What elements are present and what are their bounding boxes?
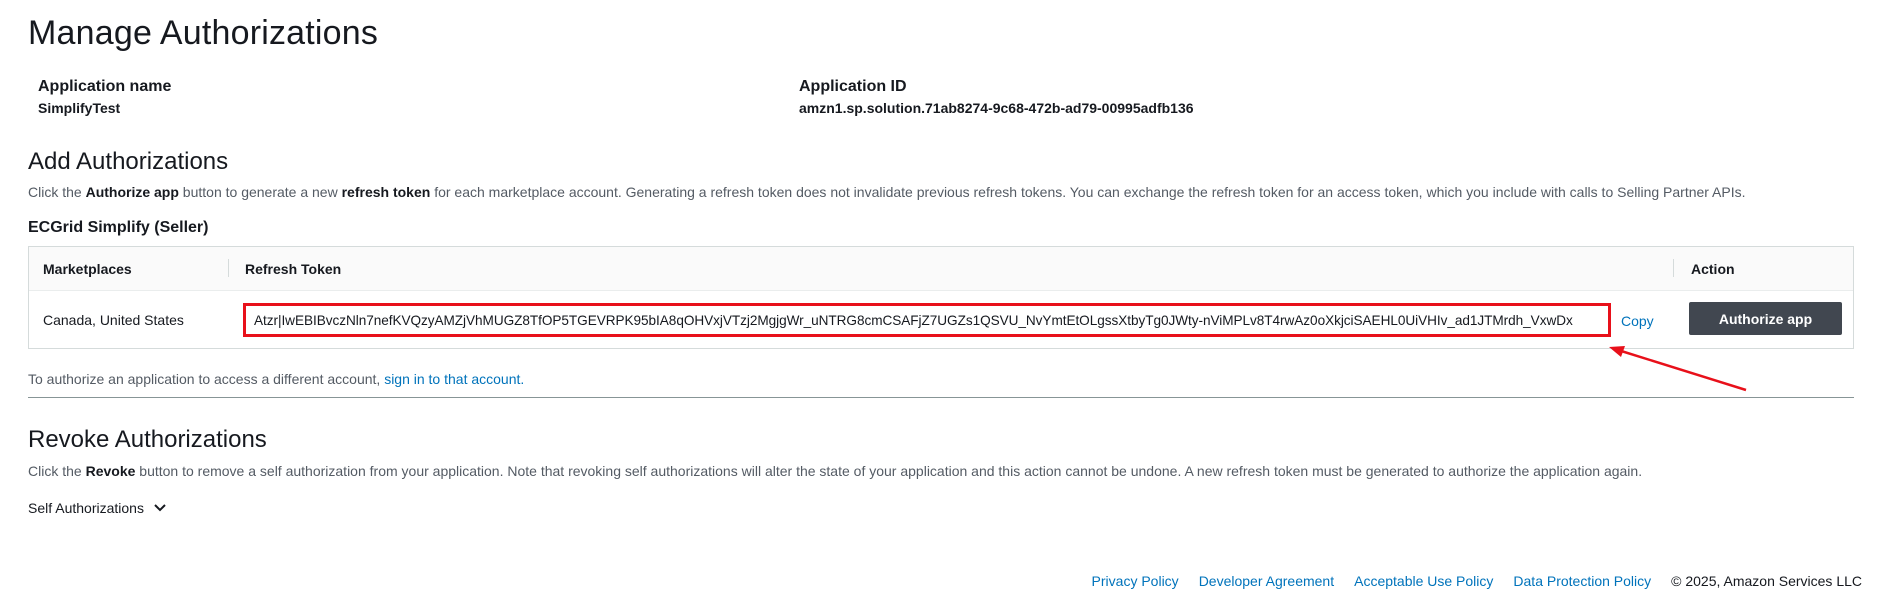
table-header: Marketplaces Refresh Token Action (29, 247, 1853, 291)
header-refresh-token: Refresh Token (245, 261, 342, 277)
developer-agreement-link[interactable]: Developer Agreement (1199, 573, 1334, 589)
red-arrow-annotation (1609, 346, 1747, 392)
page-title: Manage Authorizations (28, 14, 379, 52)
application-id-value: amzn1.sp.solution.71ab8274-9c68-472b-ad7… (799, 100, 1194, 116)
add-authorizations-title: Add Authorizations (28, 148, 229, 175)
revoke-authorizations-title: Revoke Authorizations (28, 426, 267, 453)
sign-in-link[interactable]: sign in to that account. (384, 371, 524, 387)
self-authorizations-toggle[interactable]: Self Authorizations (28, 500, 166, 516)
revoke-authorizations-description: Click the Revoke button to remove a self… (28, 463, 1643, 479)
header-separator[interactable] (1673, 259, 1674, 277)
application-name-label: Application name (38, 78, 172, 95)
authorize-app-button[interactable]: Authorize app (1689, 302, 1842, 335)
seller-title: ECGrid Simplify (Seller) (28, 219, 209, 236)
header-separator[interactable] (228, 259, 229, 277)
application-name-value: SimplifyTest (38, 100, 121, 116)
refresh-token-value[interactable]: Atzr|IwEBIBvczNln7nefKVQzyAMZjVhMUGZ8TfO… (243, 303, 1611, 337)
section-divider (28, 397, 1854, 398)
marketplaces-cell: Canada, United States (43, 312, 184, 328)
footer: Privacy Policy Developer Agreement Accep… (1092, 573, 1862, 589)
privacy-policy-link[interactable]: Privacy Policy (1092, 573, 1179, 589)
header-marketplaces: Marketplaces (43, 261, 132, 277)
chevron-down-icon (154, 504, 166, 512)
header-action: Action (1691, 261, 1735, 277)
acceptable-use-policy-link[interactable]: Acceptable Use Policy (1354, 573, 1493, 589)
application-id-label: Application ID (799, 78, 907, 95)
copy-link[interactable]: Copy (1621, 313, 1654, 329)
self-authorizations-label: Self Authorizations (28, 500, 144, 516)
authorizations-table: Marketplaces Refresh Token Action Canada… (28, 246, 1854, 349)
different-account-note: To authorize an application to access a … (28, 371, 525, 387)
data-protection-policy-link[interactable]: Data Protection Policy (1513, 573, 1651, 589)
copyright: © 2025, Amazon Services LLC (1671, 573, 1862, 589)
add-authorizations-description: Click the Authorize app button to genera… (28, 184, 1746, 200)
